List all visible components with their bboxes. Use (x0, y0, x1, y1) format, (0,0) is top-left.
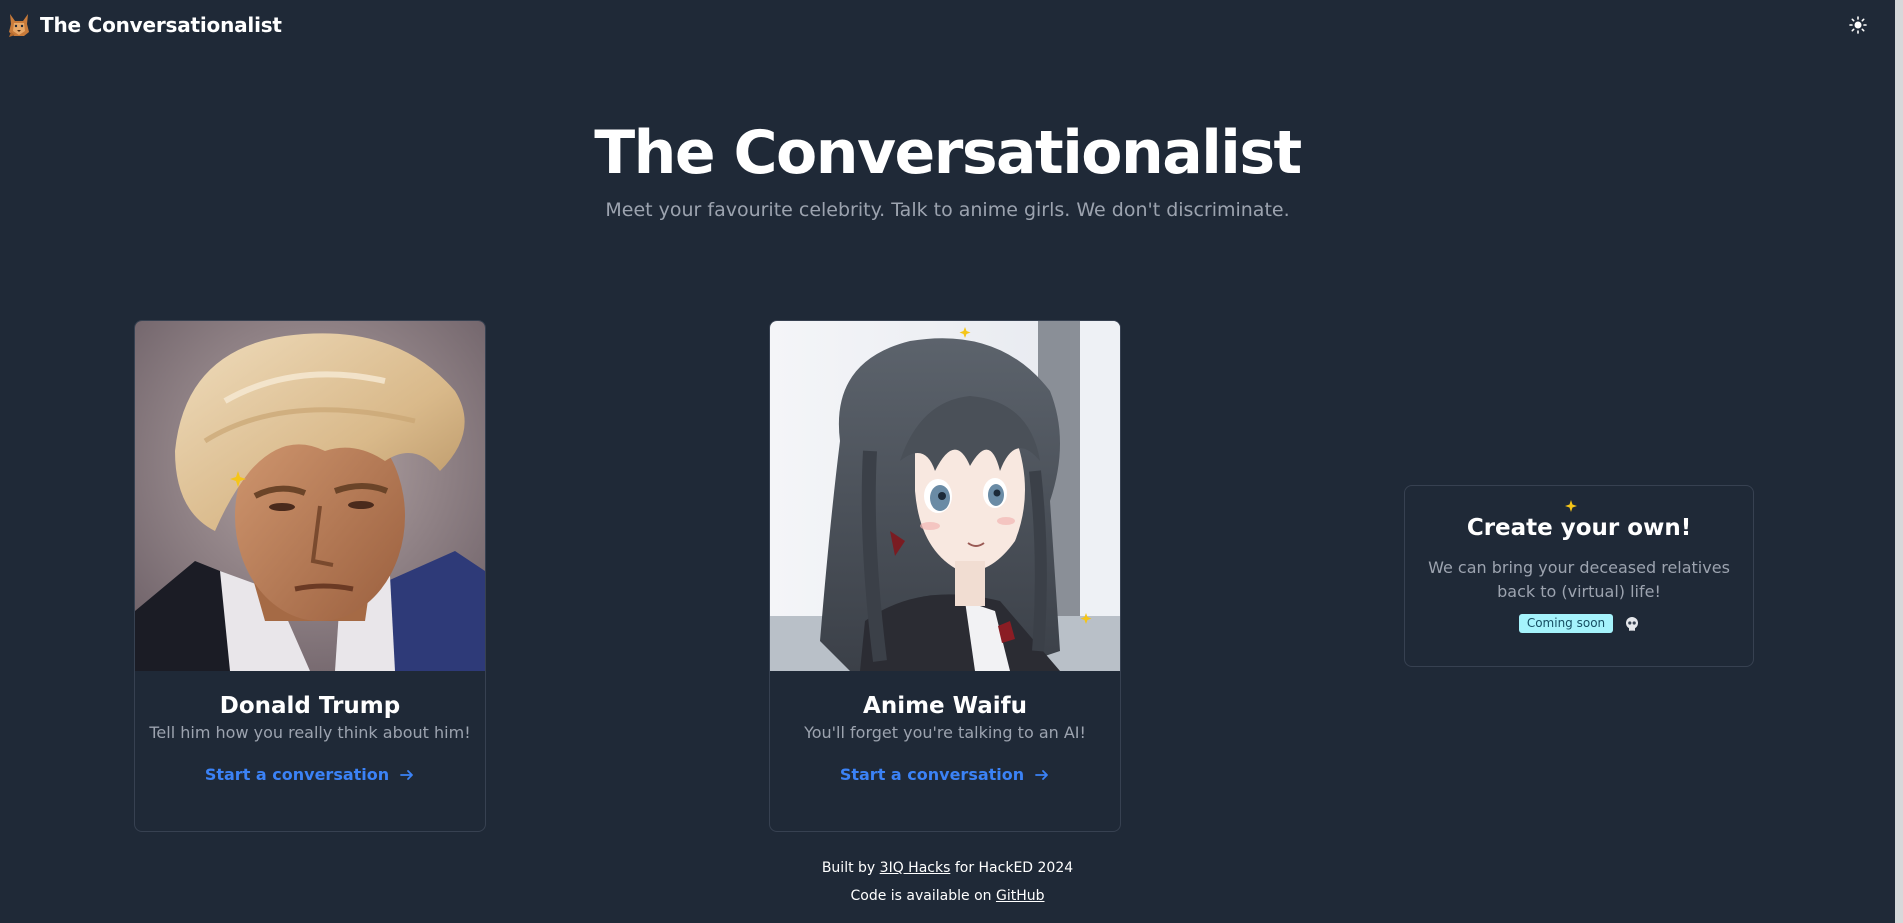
character-description: You'll forget you're talking to an AI! (804, 723, 1086, 742)
footer-built-by-prefix: Built by (821, 860, 876, 876)
create-card-description: We can bring your deceased relatives bac… (1428, 558, 1730, 601)
character-card-anime-waifu: Anime Waifu You'll forget you're talking… (769, 320, 1121, 832)
sun-icon (1849, 16, 1867, 34)
brand-link[interactable]: The Conversationalist (7, 11, 282, 39)
page-title: The Conversationalist (594, 118, 1302, 188)
arrow-right-icon (1035, 770, 1049, 780)
footer-event-text: for HackED 2024 (954, 860, 1074, 876)
create-card-title: Create your own! (1466, 515, 1692, 541)
scrollbar[interactable] (1895, 0, 1903, 923)
card-body: Anime Waifu You'll forget you're talking… (770, 671, 1120, 787)
start-conversation-label: Start a conversation (839, 765, 1025, 784)
brand-name: The Conversationalist (40, 13, 282, 37)
character-portrait-image (770, 321, 1120, 671)
page-subtitle: Meet your favourite celebrity. Talk to a… (605, 199, 1290, 221)
character-card-donald-trump: Donald Trump Tell him how you really thi… (134, 320, 486, 832)
footer-code-prefix: Code is available on (850, 888, 992, 904)
character-description: Tell him how you really think about him! (149, 723, 471, 742)
navbar: The Conversationalist (0, 0, 1895, 52)
card-body: Donald Trump Tell him how you really thi… (135, 671, 485, 787)
character-name: Anime Waifu (863, 693, 1027, 719)
footer-line-built-by: Built by 3IQ Hacks for HackED 2024 (0, 854, 1895, 882)
arrow-right-icon (400, 770, 414, 780)
footer: Built by 3IQ Hacks for HackED 2024 Code … (0, 854, 1895, 910)
fox-logo-icon (9, 14, 29, 37)
footer-line-code: Code is available on GitHub (0, 882, 1895, 910)
sparkle-icon (1565, 500, 1577, 512)
github-link[interactable]: GitHub (996, 888, 1045, 904)
create-your-own-card[interactable]: Create your own! We can bring your decea… (1404, 485, 1754, 667)
start-conversation-link[interactable]: Start a conversation (840, 763, 1050, 787)
team-link[interactable]: 3IQ Hacks (880, 860, 951, 876)
character-name: Donald Trump (219, 693, 401, 719)
page: The Conversationalist The Conversational… (0, 0, 1903, 923)
skull-emoji-icon (1626, 616, 1639, 631)
coming-soon-badge: Coming soon (1518, 614, 1614, 633)
create-card-footer: Coming soon (1405, 614, 1753, 633)
character-portrait-image (135, 321, 485, 671)
start-conversation-label: Start a conversation (204, 765, 390, 784)
start-conversation-link[interactable]: Start a conversation (205, 763, 415, 787)
theme-toggle-button[interactable] (1847, 14, 1869, 36)
